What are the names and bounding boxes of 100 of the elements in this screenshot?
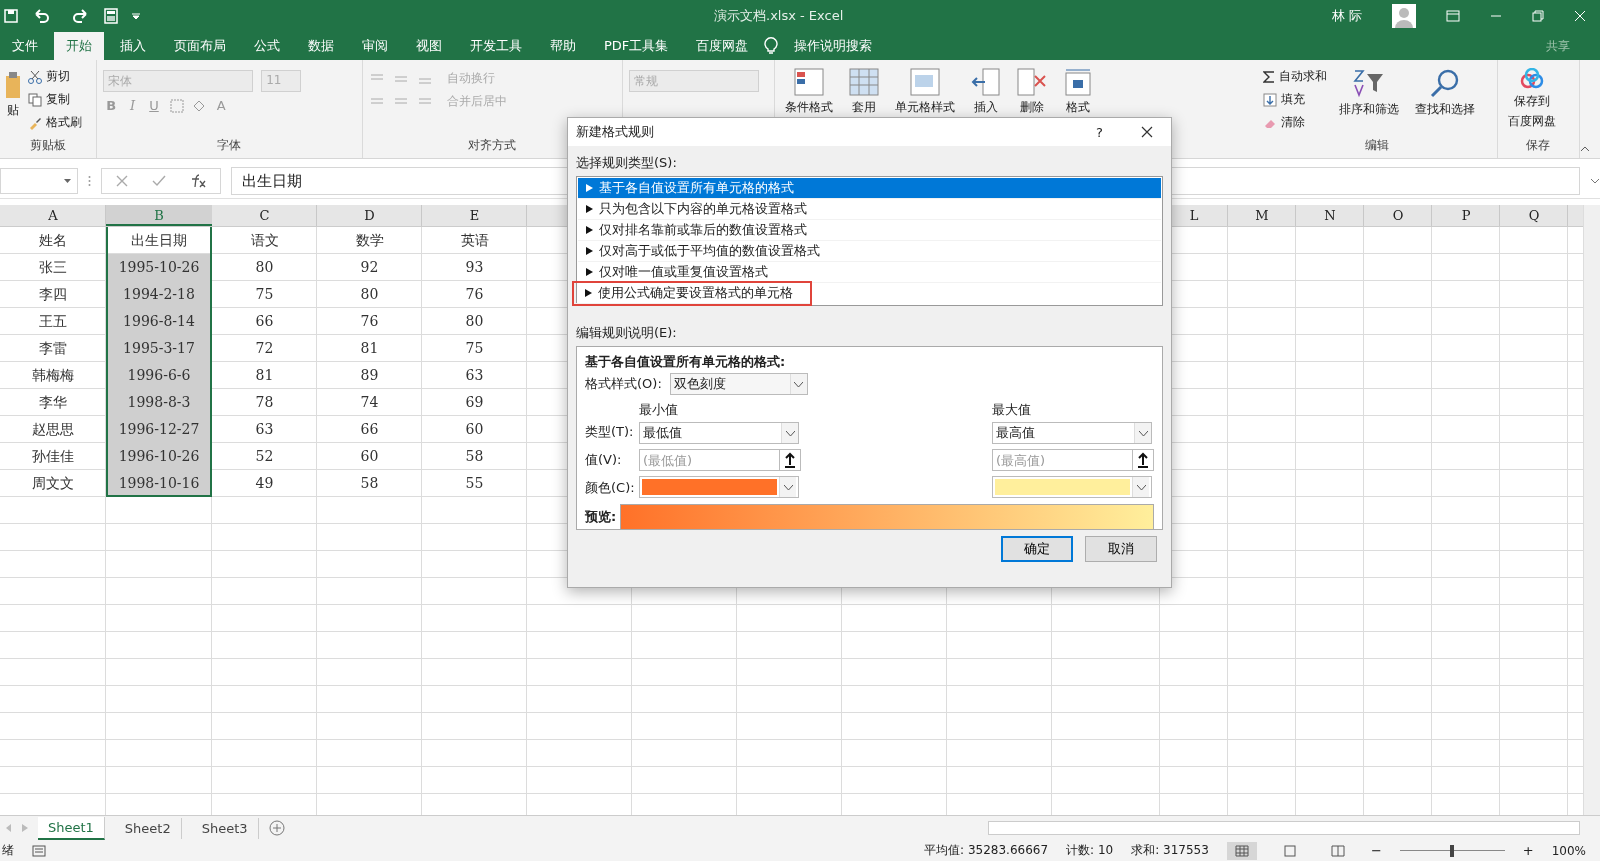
ribbon-tab[interactable]: 视图 — [404, 32, 454, 60]
check-icon[interactable] — [152, 175, 166, 187]
ribbon-tab[interactable]: PDF工具集 — [592, 32, 681, 60]
autosum-button[interactable]: 自动求和 — [1263, 68, 1328, 85]
avatar-icon[interactable] — [1392, 4, 1416, 28]
name-box[interactable] — [0, 168, 78, 194]
save-to-cloud-button[interactable]: 保存到 百度网盘 — [1503, 64, 1560, 137]
scroll-left-icon[interactable] — [6, 824, 12, 832]
rule-type-item[interactable]: 仅对高于或低于平均值的数值设置格式 — [578, 241, 1161, 262]
field-label: 预览: — [585, 508, 617, 526]
format-as-table-button[interactable]: 套用 — [844, 64, 883, 158]
ribbon-tab[interactable]: 百度网盘 — [684, 32, 761, 60]
ribbon-tab[interactable]: 数据 — [296, 32, 346, 60]
close-icon[interactable] — [1141, 126, 1153, 138]
help-button[interactable]: ? — [1096, 124, 1103, 140]
format-style-dropdown[interactable]: 双色刻度 — [669, 373, 808, 395]
table-cell-text: 66 — [254, 312, 275, 331]
column-header[interactable]: C — [212, 205, 317, 226]
column-header[interactable]: D — [317, 205, 422, 226]
cancel-button[interactable]: 取消 — [1085, 536, 1157, 562]
customize-icon[interactable] — [132, 12, 140, 20]
cancel-icon[interactable] — [116, 175, 128, 187]
scroll-right-icon[interactable] — [22, 824, 28, 832]
horizontal-scrollbar[interactable] — [988, 821, 1580, 835]
column-header[interactable]: N — [1296, 205, 1364, 226]
macro-icon[interactable] — [32, 844, 46, 857]
format-painter-button[interactable]: 格式刷 — [28, 114, 82, 131]
chevron-icon — [783, 484, 793, 490]
upload-icon[interactable] — [779, 449, 801, 471]
rule-type-item[interactable]: 仅对排名靠前或靠后的数值设置格式 — [578, 220, 1161, 241]
type-dropdown[interactable]: 最高值 — [992, 422, 1152, 444]
rule-type-item[interactable]: 只为包含以下内容的单元格设置格式 — [578, 199, 1161, 220]
ribbon-tab[interactable]: 页面布局 — [162, 32, 238, 60]
ribbon-tab[interactable]: 审阅 — [350, 32, 400, 60]
insert-cells-button[interactable]: 插入 — [966, 64, 1005, 158]
table-cell-text: 81 — [359, 339, 380, 358]
column-header[interactable]: B — [106, 205, 212, 226]
column-header[interactable]: P — [1432, 205, 1500, 226]
collapse-ribbon-icon[interactable] — [1580, 146, 1590, 152]
delete-cells-button[interactable]: 删除 — [1012, 64, 1051, 158]
table-cell-text: 80 — [254, 258, 275, 277]
format-cells-button[interactable]: 格式 — [1058, 64, 1097, 158]
column-header[interactable]: Q — [1500, 205, 1568, 226]
ribbon-tab[interactable]: 帮助 — [538, 32, 588, 60]
table-cell-text: 语文 — [249, 231, 280, 250]
color-picker[interactable] — [639, 476, 799, 498]
restore-icon[interactable] — [1532, 10, 1544, 22]
table-cell-text: 李华 — [38, 393, 68, 412]
table-cell-text: 55 — [464, 474, 485, 493]
column-header[interactable]: M — [1228, 205, 1296, 226]
value-field[interactable]: (最低值) — [639, 449, 779, 471]
ok-button[interactable]: 确定 — [1001, 536, 1073, 562]
column-header[interactable]: O — [1364, 205, 1432, 226]
rule-type-item[interactable]: 基于各自值设置所有单元格的格式 — [578, 178, 1161, 199]
column-header[interactable]: E — [422, 205, 527, 226]
cell-styles-button[interactable]: 单元格样式 — [890, 64, 959, 158]
ribbon-tab[interactable]: 公式 — [242, 32, 292, 60]
ribbon-tab[interactable]: 开始 — [54, 32, 104, 60]
type-dropdown[interactable]: 最低值 — [639, 422, 799, 444]
zoom-out-button[interactable]: − — [1370, 843, 1382, 858]
table-cell: 1996-6-6 — [106, 362, 212, 389]
zoom-in-button[interactable]: + — [1522, 843, 1534, 858]
rule-type-item[interactable]: 使用公式确定要设置格式的单元格 — [574, 283, 810, 304]
vertical-scrollbar[interactable] — [1583, 205, 1600, 815]
paste-button[interactable]: 贴 — [6, 64, 20, 137]
fill-button[interactable]: 填充 — [1263, 91, 1328, 108]
color-picker[interactable] — [992, 476, 1152, 498]
upload-icon[interactable] — [1132, 449, 1154, 471]
copy-button[interactable]: 复制 — [28, 91, 82, 108]
column-header[interactable]: A — [0, 205, 106, 226]
clear-button[interactable]: 清除 — [1263, 114, 1328, 131]
ribbon-tab[interactable]: 文件 — [0, 32, 50, 60]
save-icon[interactable] — [4, 9, 18, 23]
chevron-icon — [794, 381, 804, 387]
rule-type-item[interactable]: 仅对唯一值或重复值设置格式 — [578, 262, 1161, 283]
table-cell-text: 49 — [254, 474, 275, 493]
zoom-thumb[interactable] — [1450, 844, 1455, 857]
sheet-tab[interactable]: Sheet3 — [191, 817, 259, 839]
table-cell-text: 80 — [464, 312, 485, 331]
triangle-icon — [586, 268, 593, 276]
normal-view-icon[interactable] — [1226, 841, 1257, 860]
add-sheet-icon[interactable] — [268, 820, 285, 836]
tell-me-search[interactable]: 操作说明搜索 — [782, 32, 885, 60]
sort-filter-button[interactable]: 排序和筛选 — [1335, 64, 1404, 137]
border-icon[interactable] — [169, 98, 184, 113]
ribbon-tab[interactable]: 插入 — [108, 32, 158, 60]
function-icon[interactable] — [190, 174, 206, 188]
value-field[interactable]: (最高值) — [992, 449, 1132, 471]
calculator-icon[interactable] — [104, 8, 118, 24]
conditional-format-button[interactable]: 条件格式 — [780, 64, 837, 158]
cell-style-icon — [909, 68, 940, 96]
sheet-tab[interactable]: Sheet2 — [114, 817, 182, 839]
status-average: 平均值: 35283.66667 — [924, 842, 1049, 859]
ribbon-display-icon[interactable] — [1446, 10, 1460, 22]
cut-button[interactable]: 剪切 — [28, 68, 82, 85]
brush-icon — [28, 115, 42, 130]
sheet-tab[interactable]: Sheet1 — [38, 816, 105, 840]
ribbon-tab[interactable]: 开发工具 — [458, 32, 534, 60]
expand-icon[interactable] — [1590, 178, 1600, 184]
find-select-button[interactable]: 查找和选择 — [1411, 64, 1480, 137]
